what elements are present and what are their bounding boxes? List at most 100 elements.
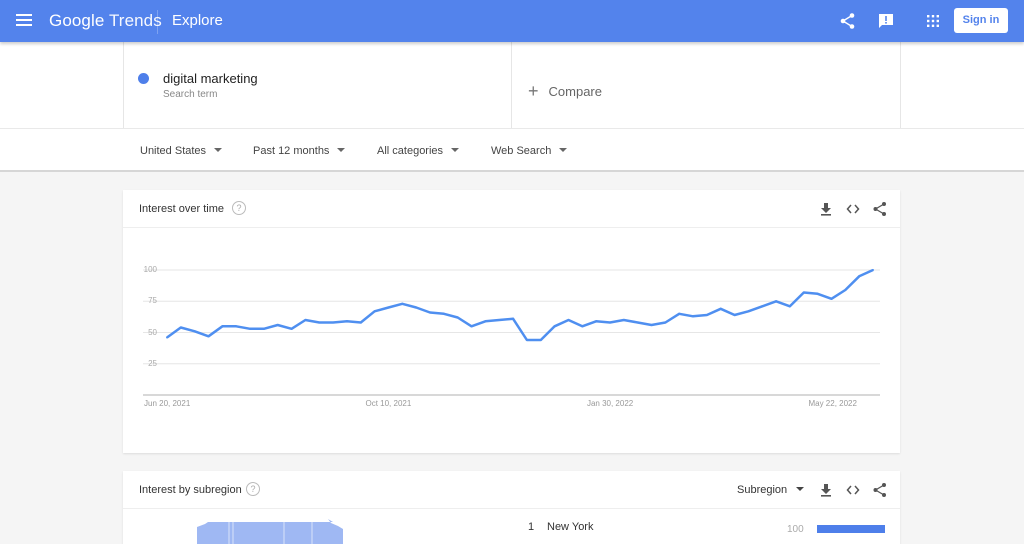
data-point[interactable] (456, 316, 459, 319)
sign-in-button[interactable]: Sign in (954, 8, 1008, 33)
data-point[interactable] (719, 307, 722, 310)
term-color-dot (138, 73, 149, 84)
google-trends-logo[interactable]: Google Trends (49, 11, 162, 31)
data-point[interactable] (429, 311, 432, 314)
interest-by-subregion-card: Interest by subregion ? Subregion 1 New … (123, 471, 900, 544)
data-point[interactable] (166, 336, 168, 339)
data-point[interactable] (207, 335, 210, 338)
help-icon[interactable]: ? (232, 201, 246, 215)
data-point[interactable] (318, 321, 321, 324)
data-point[interactable] (802, 291, 805, 294)
search-term-label: Search term (163, 89, 218, 100)
us-subregion-map[interactable] (193, 519, 343, 544)
resolution-dropdown[interactable]: Subregion (737, 484, 805, 496)
filter-bar: United States Past 12 months All categor… (0, 128, 1024, 172)
data-point[interactable] (345, 320, 348, 323)
data-point[interactable] (525, 339, 528, 341)
caret-down-icon (451, 148, 460, 153)
share-icon[interactable] (839, 12, 857, 30)
subregion-value: 100 (787, 524, 804, 535)
data-point[interactable] (539, 339, 542, 341)
download-icon[interactable] (818, 482, 834, 498)
plus-icon: + (528, 81, 539, 101)
data-point[interactable] (733, 314, 736, 316)
data-point[interactable] (470, 325, 473, 328)
data-point[interactable] (595, 320, 598, 323)
resolution-value: Subregion (737, 484, 788, 496)
data-point[interactable] (636, 321, 639, 324)
data-point[interactable] (512, 317, 515, 320)
data-point[interactable] (775, 300, 778, 303)
data-point[interactable] (692, 315, 695, 318)
data-point[interactable] (581, 325, 584, 328)
data-point[interactable] (373, 310, 376, 313)
y-tick-label: 50 (148, 327, 157, 337)
feedback-icon[interactable] (877, 12, 895, 30)
data-point[interactable] (262, 327, 265, 330)
series-line (166, 268, 874, 342)
data-point[interactable] (567, 319, 570, 321)
data-point[interactable] (415, 306, 418, 309)
data-point[interactable] (359, 321, 362, 324)
data-point[interactable] (622, 319, 625, 321)
caret-down-icon (337, 148, 346, 153)
data-point[interactable] (705, 314, 708, 316)
data-point[interactable] (747, 310, 750, 313)
subregion-name: New York (547, 521, 594, 533)
menu-icon[interactable] (16, 14, 32, 28)
logo-trends: Trends (108, 11, 162, 30)
interest-over-time-card: Interest over time ? 25 50 75 100 Jun 20, 20… (123, 190, 900, 453)
interest-over-time-chart[interactable]: 25 50 75 100 Jun 20, 2021 Oct 10, 2021 Jan 30,… (123, 228, 900, 453)
search-term-input[interactable]: digital marketing (163, 71, 258, 86)
data-point[interactable] (235, 325, 238, 328)
help-icon[interactable]: ? (246, 482, 260, 496)
top-app-bar: Google Trends Explore Sign in (0, 0, 1024, 42)
category-dropdown[interactable]: All categories (377, 145, 460, 157)
y-tick-label: 25 (148, 358, 157, 368)
data-point[interactable] (761, 305, 764, 308)
data-point[interactable] (830, 297, 833, 300)
data-point[interactable] (816, 292, 819, 295)
share-icon[interactable] (872, 482, 888, 498)
x-tick-label: May 22, 2022 (808, 399, 857, 408)
data-point[interactable] (650, 324, 653, 326)
apps-grid-icon[interactable] (924, 12, 942, 30)
data-point[interactable] (553, 325, 556, 328)
region-dropdown[interactable]: United States (140, 145, 223, 157)
data-point[interactable] (608, 321, 611, 324)
divider (123, 42, 124, 128)
embed-icon[interactable] (845, 201, 861, 217)
data-point[interactable] (332, 321, 335, 324)
data-point[interactable] (221, 325, 224, 328)
data-point[interactable] (858, 275, 861, 278)
data-point[interactable] (788, 305, 791, 308)
caret-down-icon (796, 487, 805, 492)
search-type-value: Web Search (491, 145, 552, 157)
time-range-dropdown[interactable]: Past 12 months (253, 145, 346, 157)
data-point[interactable] (290, 327, 293, 330)
y-tick-label: 75 (148, 296, 157, 306)
data-point[interactable] (498, 319, 501, 321)
data-point[interactable] (193, 330, 196, 333)
data-point[interactable] (401, 302, 404, 305)
data-point[interactable] (304, 319, 307, 321)
card-header: Interest by subregion ? Subregion (123, 471, 900, 509)
caret-down-icon (214, 148, 223, 153)
data-point[interactable] (387, 306, 390, 309)
data-point[interactable] (678, 312, 681, 315)
data-point[interactable] (249, 327, 252, 330)
region-value: United States (140, 145, 207, 157)
data-point[interactable] (844, 289, 847, 291)
compare-button[interactable]: + Compare (528, 80, 602, 101)
data-point[interactable] (276, 324, 279, 326)
subregion-value-bar (817, 525, 885, 533)
share-icon[interactable] (872, 201, 888, 217)
data-point[interactable] (442, 312, 445, 315)
search-type-dropdown[interactable]: Web Search (491, 145, 568, 157)
data-point[interactable] (179, 326, 182, 329)
data-point[interactable] (664, 321, 667, 324)
data-point[interactable] (872, 269, 874, 271)
embed-icon[interactable] (845, 482, 861, 498)
download-icon[interactable] (818, 201, 834, 217)
data-point[interactable] (484, 320, 487, 323)
